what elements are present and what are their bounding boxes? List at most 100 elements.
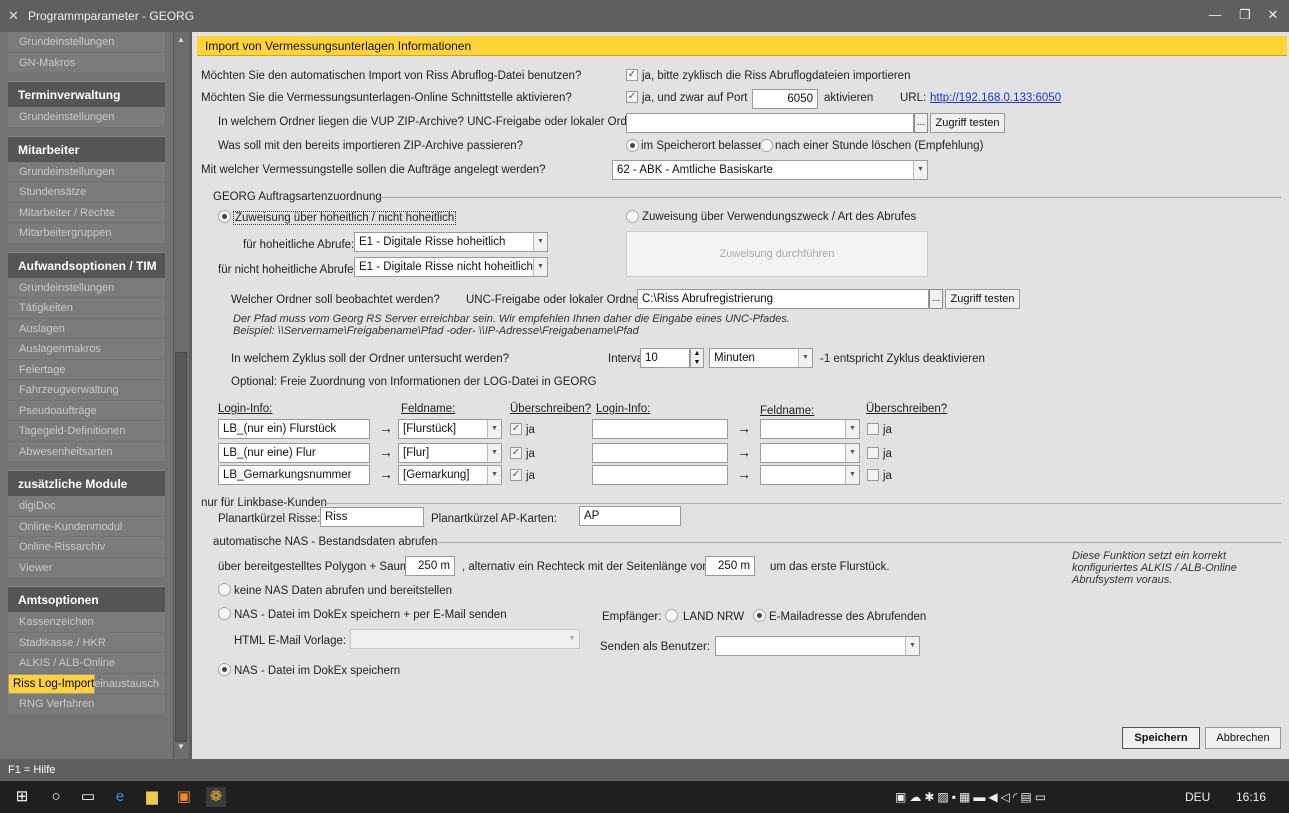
sidebar-item[interactable]: Auslagen xyxy=(8,318,165,339)
sidebar-item[interactable]: Tagegeld-Definitionen xyxy=(8,421,165,442)
sidebar-group-header[interactable]: Mitarbeiter xyxy=(8,135,165,162)
sidebar-item[interactable]: GN-Makros xyxy=(8,52,165,73)
sidebar-item[interactable]: Riss Log-Import xyxy=(8,673,96,694)
watch-test-button[interactable]: Zugriff testen xyxy=(945,289,1020,309)
sender-select[interactable]: ▼ xyxy=(715,636,920,656)
windows-start-icon[interactable]: ⊞ xyxy=(12,787,32,807)
overwrite-checkbox-2[interactable] xyxy=(867,447,879,459)
restore-button[interactable]: ❐ xyxy=(1230,4,1260,26)
sidebar-item[interactable]: Grundeinstellungen xyxy=(8,161,165,182)
task-view-icon[interactable]: ▭ xyxy=(78,787,98,807)
rect-input[interactable]: 250 m xyxy=(705,556,755,576)
hoheit-radio[interactable] xyxy=(218,210,231,223)
feld-select-2[interactable]: ▼ xyxy=(760,419,860,439)
recipient-nrw-radio[interactable] xyxy=(665,609,678,622)
zuweisung-button[interactable]: Zuweisung durchführen xyxy=(626,231,928,277)
login-input-2[interactable] xyxy=(592,465,728,485)
login-input-2[interactable] xyxy=(592,443,728,463)
sidebar-item[interactable]: Viewer xyxy=(8,557,165,578)
overwrite-checkbox-2[interactable] xyxy=(867,469,879,481)
close-button[interactable]: ✕ xyxy=(1258,4,1288,26)
sidebar-item[interactable]: Online-Rissarchiv xyxy=(8,537,165,558)
sidebar-item[interactable]: Mitarbeitergruppen xyxy=(8,223,165,244)
sidebar-item[interactable]: Grundeinstellungen xyxy=(8,277,165,298)
sidebar-item[interactable]: ALKIS / ALB-Online xyxy=(8,653,165,674)
login-input[interactable]: LB_(nur eine) Flur xyxy=(218,443,370,463)
overwrite-checkbox[interactable]: ✓ xyxy=(510,469,522,481)
watch-folder-input[interactable]: C:\Riss Abrufregistrierung xyxy=(637,289,929,309)
hoheit-select[interactable]: E1 - Digitale Risse hoheitlich ▼ xyxy=(354,232,548,252)
group-nas: automatische NAS - Bestandsdaten abrufen xyxy=(213,536,438,548)
login-input[interactable]: LB_(nur ein) Flurstück xyxy=(218,419,370,439)
poly-input[interactable]: 250 m xyxy=(405,556,455,576)
feld-select[interactable]: [Flurstück] ▼ xyxy=(398,419,502,439)
sidebar-item[interactable]: Kassenzeichen xyxy=(8,612,165,633)
keep-radio[interactable] xyxy=(626,139,639,152)
chevron-down-icon: ▼ xyxy=(845,466,859,484)
delete-radio[interactable] xyxy=(760,139,773,152)
feld-select-2[interactable]: ▼ xyxy=(760,465,860,485)
sidebar-item[interactable]: Feiertage xyxy=(8,359,165,380)
nas-none-radio[interactable] xyxy=(218,583,231,596)
login-input[interactable]: LB_Gemarkungsnummer xyxy=(218,465,370,485)
sidebar-group-header[interactable]: zusätzliche Module xyxy=(8,470,165,496)
sidebar-item[interactable]: Online-Kundenmodul xyxy=(8,516,165,537)
clock[interactable]: 16:16 xyxy=(1236,789,1266,805)
vup-folder-input[interactable] xyxy=(626,113,914,133)
interval-input[interactable]: 10 xyxy=(640,348,690,368)
template-select[interactable]: ▼ xyxy=(350,629,580,649)
feld-select[interactable]: [Flur] ▼ xyxy=(398,443,502,463)
sidebar-item[interactable]: Grundeinstellungen xyxy=(8,32,165,53)
interface-checkbox[interactable]: ✓ xyxy=(626,91,638,103)
sidebar-item[interactable]: Abwesenheitsarten xyxy=(8,441,165,462)
risse-input[interactable]: Riss xyxy=(320,507,424,527)
sidebar-item[interactable]: Pseudoaufträge xyxy=(8,400,165,421)
feld-select[interactable]: [Gemarkung] ▼ xyxy=(398,465,502,485)
sidebar-item[interactable]: Auslagenmakros xyxy=(8,339,165,360)
sidebar-item[interactable]: RNG Verfahren xyxy=(8,694,165,715)
sidebar-item[interactable]: Mitarbeiter / Rechte xyxy=(8,202,165,223)
zweck-radio[interactable] xyxy=(626,210,639,223)
edge-icon[interactable]: e xyxy=(110,787,130,807)
watch-browse-button[interactable]: ... xyxy=(929,289,943,309)
vup-test-button[interactable]: Zugriff testen xyxy=(930,113,1005,133)
sidebar-group-header[interactable]: Terminverwaltung xyxy=(8,81,165,107)
media-icon[interactable]: ▣ xyxy=(174,787,194,807)
language-indicator[interactable]: DEU xyxy=(1185,789,1210,805)
overwrite-checkbox-2[interactable] xyxy=(867,423,879,435)
vup-browse-button[interactable]: ... xyxy=(914,113,928,133)
nhoheit-select[interactable]: E1 - Digitale Risse nicht hoheitlich ▼ xyxy=(354,257,548,277)
georg-app-icon[interactable]: ❁ xyxy=(206,787,226,807)
minimize-button[interactable]: — xyxy=(1200,4,1230,26)
feld-select-2[interactable]: ▼ xyxy=(760,443,860,463)
sidebar-item[interactable]: Stundensätze xyxy=(8,182,165,203)
interval-stepper[interactable]: ▲ ▼ xyxy=(690,348,704,368)
sidebar-item[interactable]: Stadtkasse / HKR xyxy=(8,632,165,653)
unit-select[interactable]: Minuten ▼ xyxy=(709,348,813,368)
vermessungsstelle-select[interactable]: 62 - ABK - Amtliche Basiskarte ▼ xyxy=(612,160,928,180)
port-input[interactable]: 6050 xyxy=(752,89,818,109)
auto-import-checkbox[interactable]: ✓ xyxy=(626,69,638,81)
nas-save-radio[interactable] xyxy=(218,663,231,676)
scroll-up-icon[interactable]: ▲ xyxy=(177,35,185,44)
scroll-down-icon[interactable]: ▼ xyxy=(177,742,185,751)
sidebar-item[interactable]: Tätigkeiten xyxy=(8,298,165,319)
sidebar-group-header[interactable]: Amtsoptionen xyxy=(8,586,165,612)
sidebar-item[interactable]: digiDoc xyxy=(8,496,165,517)
nas-mail-radio[interactable] xyxy=(218,607,231,620)
sidebar-item[interactable]: Fahrzeugverwaltung xyxy=(8,380,165,401)
login-input-2[interactable] xyxy=(592,419,728,439)
url-link[interactable]: http://192.168.0.133:6050 xyxy=(930,92,1061,104)
sidebar-item[interactable]: Grundeinstellungen xyxy=(8,107,165,128)
tray-icons[interactable]: ▣☁✱▨▪▦▬◀◁◜▤▭ xyxy=(895,789,1175,805)
save-button[interactable]: Speichern xyxy=(1122,727,1200,749)
search-icon[interactable]: ○ xyxy=(46,787,66,807)
cancel-button[interactable]: Abbrechen xyxy=(1205,727,1281,749)
overwrite-checkbox[interactable]: ✓ xyxy=(510,447,522,459)
explorer-icon[interactable]: ▆ xyxy=(142,787,162,807)
recipient-self-radio[interactable] xyxy=(753,609,766,622)
ap-input[interactable]: AP xyxy=(579,506,681,526)
overwrite-checkbox[interactable]: ✓ xyxy=(510,423,522,435)
sidebar-scroll-thumb[interactable] xyxy=(175,352,187,742)
sidebar-group-header[interactable]: Aufwandsoptionen / TIM xyxy=(8,251,165,278)
